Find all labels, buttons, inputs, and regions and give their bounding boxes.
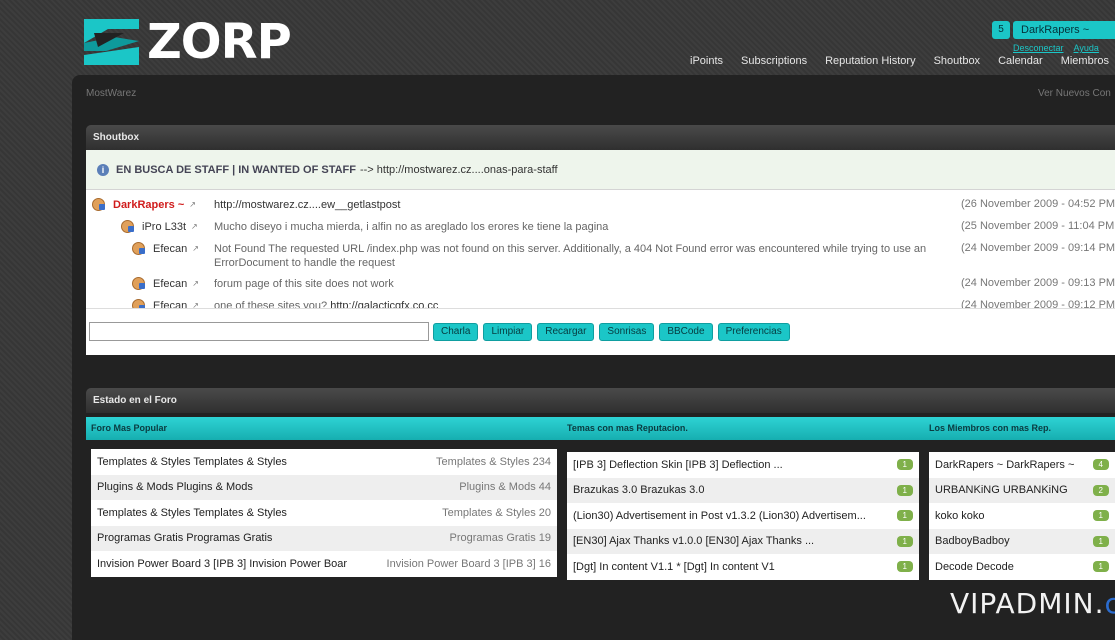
rep-count-badge: 1 xyxy=(1092,535,1109,547)
top-members-list: DarkRapers ~ DarkRapers ~4 URBANKiNG URB… xyxy=(929,452,1115,580)
shout-message: one of these sites you? xyxy=(214,300,328,308)
member-icon xyxy=(132,277,145,290)
shout-date: (26 November 2009 - 04:52 PM xyxy=(961,198,1115,210)
popular-forums-list: Templates & Styles Templates & Styles Tem… xyxy=(91,449,557,577)
profile-link-icon[interactable]: ↗ xyxy=(192,244,199,253)
watermark: VIPADMIN.club xyxy=(950,587,1115,620)
nav-subscriptions[interactable]: Subscriptions xyxy=(741,55,807,67)
breadcrumb[interactable]: MostWarez xyxy=(86,88,136,99)
notification-badge[interactable]: 5 xyxy=(992,21,1010,39)
shout-link[interactable]: http://galacticgfx.co.cc xyxy=(330,300,438,308)
shout-author[interactable]: iPro L33t xyxy=(142,221,186,233)
member-icon xyxy=(132,299,145,308)
rep-count-badge: 1 xyxy=(896,535,913,547)
list-item[interactable]: [IPB 3] Deflection Skin [IPB 3] Deflecti… xyxy=(567,452,919,478)
rep-count-badge: 1 xyxy=(896,484,913,496)
shoutbox-panel: i EN BUSCA DE STAFF | IN WANTED OF STAFF… xyxy=(86,150,1115,355)
list-item[interactable]: [Dgt] In content V1.1 * [Dgt] In content… xyxy=(567,554,919,580)
shout-author[interactable]: Efecan xyxy=(153,278,187,290)
shout-date: (24 November 2009 - 09:14 PM xyxy=(961,242,1115,254)
shout-message: forum page of this site does not work xyxy=(214,278,394,290)
top-nav: iPoints Subscriptions Reputation History… xyxy=(690,55,1115,67)
logo-text: ZORP xyxy=(147,14,292,70)
rep-count-badge: 4 xyxy=(1092,459,1109,471)
profile-link-icon[interactable]: ↗ xyxy=(192,279,199,288)
preferences-button[interactable]: Preferencias xyxy=(717,322,790,341)
announcement-title: EN BUSCA DE STAFF | IN WANTED OF STAFF xyxy=(116,163,356,176)
rep-count-badge: 1 xyxy=(1092,561,1109,573)
list-item[interactable]: Templates & Styles Templates & Styles Tem… xyxy=(91,449,557,475)
shout-author[interactable]: Efecan xyxy=(153,300,187,309)
list-item[interactable]: (Lion30) Advertisement in Post v1.3.2 (L… xyxy=(567,503,919,529)
tab-top-members[interactable]: Los Miembros con mas Rep. xyxy=(929,423,1051,433)
user-menu-button[interactable]: DarkRapers ~ xyxy=(1013,21,1115,39)
nav-ipoints[interactable]: iPoints xyxy=(690,55,723,67)
user-box: 5 DarkRapers ~ xyxy=(992,21,1115,39)
logo-mark-icon xyxy=(84,19,139,65)
site-logo[interactable]: ZORP xyxy=(84,14,292,70)
member-icon xyxy=(121,220,134,233)
announcement-link[interactable]: --> http://mostwarez.cz....onas-para-sta… xyxy=(360,164,558,176)
member-icon xyxy=(92,198,105,211)
member-icon xyxy=(132,242,145,255)
user-links: Desconectar Ayuda xyxy=(1013,43,1107,53)
shoutbox-header: Shoutbox xyxy=(86,125,1115,150)
list-item[interactable]: [EN30] Ajax Thanks v1.0.0 [EN30] Ajax Th… xyxy=(567,528,919,554)
view-new-content-link[interactable]: Ver Nuevos Con xyxy=(1038,88,1111,99)
shout-input[interactable] xyxy=(89,322,429,341)
forum-stats-header: Estado en el Foro xyxy=(86,388,1115,413)
nav-calendar[interactable]: Calendar xyxy=(998,55,1043,67)
list-item[interactable]: Plugins & Mods Plugins & Mods Plugins & M… xyxy=(91,474,557,500)
smilies-button[interactable]: Sonrisas xyxy=(599,322,655,341)
profile-link-icon[interactable]: ↗ xyxy=(191,222,198,231)
forum-stats-tabs: Foro Mas Popular Temas con mas Reputacio… xyxy=(86,417,1115,440)
nav-shoutbox[interactable]: Shoutbox xyxy=(934,55,980,67)
rep-count-badge: 1 xyxy=(896,459,913,471)
list-item[interactable]: Decode Decode 1 xyxy=(929,554,1115,580)
bbcode-button[interactable]: BBCode xyxy=(659,322,713,341)
shout-author[interactable]: Efecan xyxy=(153,243,187,255)
shout-message: Not Found The requested URL /index.php w… xyxy=(214,243,927,269)
list-item[interactable]: Brazukas 3.0 Brazukas 3.0 1 xyxy=(567,477,919,503)
chat-button[interactable]: Charla xyxy=(433,322,479,341)
reload-button[interactable]: Recargar xyxy=(537,322,595,341)
top-topics-list: [IPB 3] Deflection Skin [IPB 3] Deflecti… xyxy=(567,452,919,580)
nav-miembros[interactable]: Miembros xyxy=(1061,55,1109,67)
list-item[interactable]: URBANKiNG URBANKiNG 2 xyxy=(929,477,1115,503)
nav-reputation-history[interactable]: Reputation History xyxy=(825,55,916,67)
shoutbox-announcement: i EN BUSCA DE STAFF | IN WANTED OF STAFF… xyxy=(86,150,1115,190)
rep-count-badge: 1 xyxy=(896,510,913,522)
logout-link[interactable]: Desconectar xyxy=(1013,43,1064,53)
rep-count-badge: 1 xyxy=(1092,510,1109,522)
shout-date: (24 November 2009 - 09:13 PM xyxy=(961,277,1115,289)
profile-link-icon[interactable]: ↗ xyxy=(192,301,199,308)
help-link[interactable]: Ayuda xyxy=(1074,43,1099,53)
list-item[interactable]: Invision Power Board 3 [IPB 3] Invision … xyxy=(91,551,557,577)
clear-button[interactable]: Limpiar xyxy=(483,322,533,341)
shout-message: Mucho diseyo i mucha mierda, i alfin no … xyxy=(214,221,609,233)
list-item[interactable]: DarkRapers ~ DarkRapers ~4 xyxy=(929,452,1115,478)
rep-count-badge: 1 xyxy=(896,561,913,573)
tab-top-topics[interactable]: Temas con mas Reputacion. xyxy=(567,423,688,433)
shoutbox-controls: Charla Limpiar Recargar Sonrisas BBCode … xyxy=(86,308,1115,354)
shout-date: (25 November 2009 - 11:04 PM xyxy=(961,220,1115,232)
shoutbox-messages[interactable]: DarkRapers ~ ↗ http://mostwarez.cz....ew… xyxy=(86,190,1115,308)
tab-popular-forum[interactable]: Foro Mas Popular xyxy=(91,423,167,433)
shout-date: (24 November 2009 - 09:12 PM xyxy=(961,299,1115,308)
list-item[interactable]: Templates & Styles Templates & Styles Tem… xyxy=(91,500,557,526)
list-item[interactable]: BadboyBadboy 1 xyxy=(929,528,1115,554)
info-icon: i xyxy=(97,163,109,176)
shout-message[interactable]: http://mostwarez.cz....ew__getlastpost xyxy=(214,199,400,211)
list-item[interactable]: Programas Gratis Programas Gratis Program… xyxy=(91,525,557,551)
shout-author[interactable]: DarkRapers ~ xyxy=(113,199,184,211)
list-item[interactable]: koko koko 1 xyxy=(929,503,1115,529)
profile-link-icon[interactable]: ↗ xyxy=(189,200,196,209)
rep-count-badge: 2 xyxy=(1092,484,1109,496)
